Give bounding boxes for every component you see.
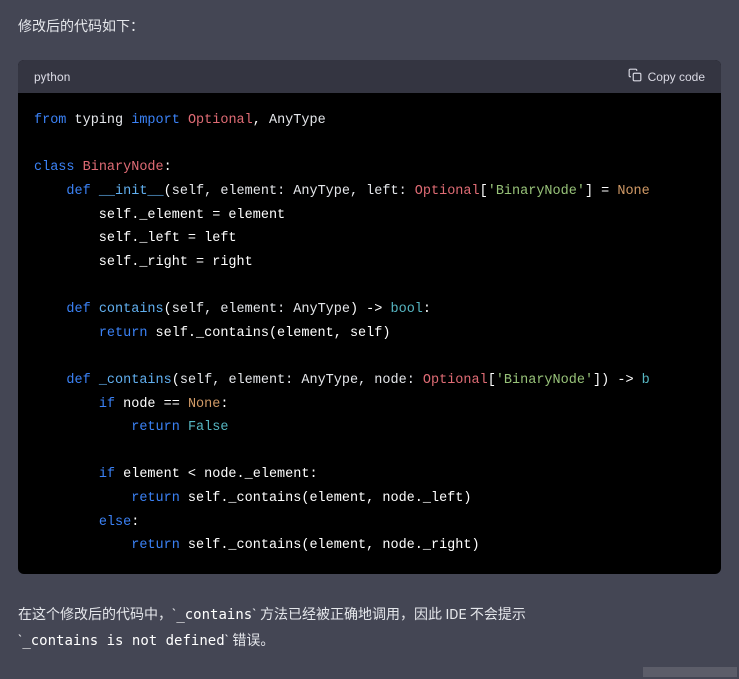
inline-code-2: _contains is not defined <box>22 633 224 649</box>
outro-text: 在这个修改后的代码中，`_contains` 方法已经被正确地调用，因此 IDE… <box>18 602 721 655</box>
scrollbar-thumb[interactable] <box>643 667 737 677</box>
inline-code-1: _contains <box>176 607 252 623</box>
code-content[interactable]: from typing import Optional, AnyType cla… <box>18 93 721 574</box>
copy-code-button[interactable]: Copy code <box>628 68 705 85</box>
copy-code-label: Copy code <box>648 70 705 84</box>
code-header: python Copy code <box>18 60 721 93</box>
code-block: python Copy code from typing import Opti… <box>18 60 721 574</box>
outro-part1: 在这个修改后的代码中， <box>18 607 172 623</box>
intro-text: 修改后的代码如下： <box>18 16 721 36</box>
outro-part3: 错误。 <box>229 633 274 649</box>
clipboard-icon <box>628 68 642 85</box>
outro-part2: 方法已经被正确地调用，因此 IDE 不会提示 <box>257 607 526 623</box>
code-language-label: python <box>34 70 70 84</box>
